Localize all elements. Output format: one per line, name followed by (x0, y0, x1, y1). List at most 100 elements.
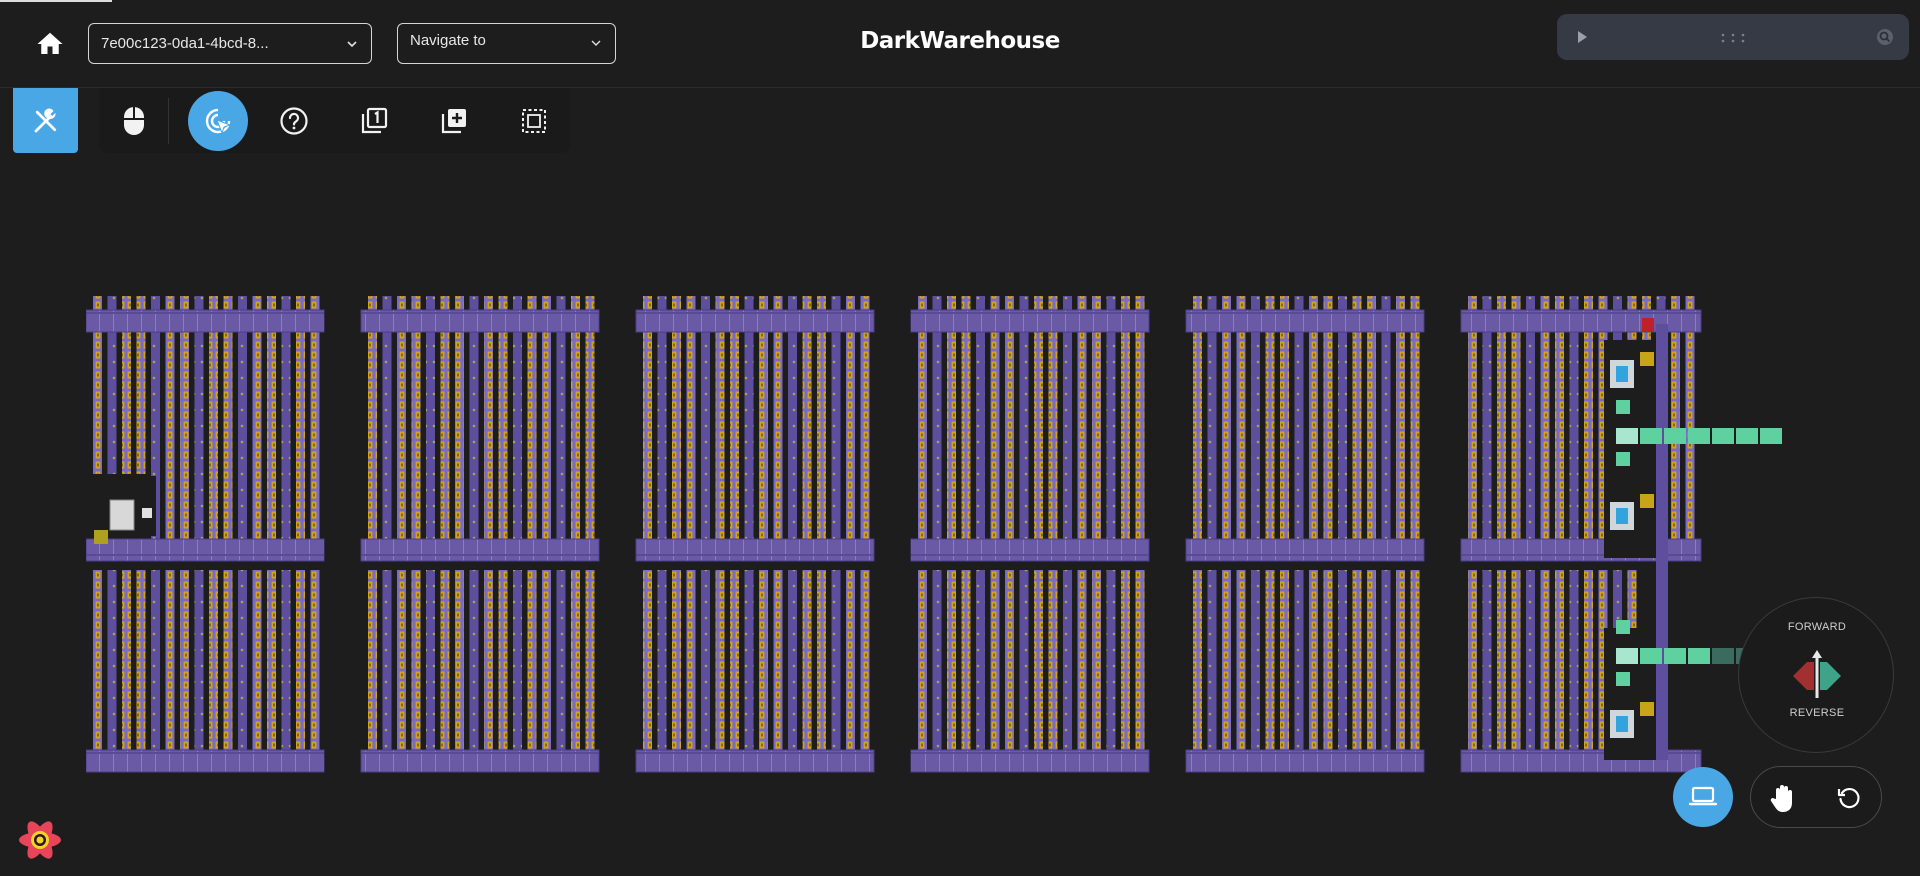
tote (94, 530, 108, 544)
drag-handle-icon[interactable] (1720, 32, 1746, 44)
rack-column (223, 296, 233, 546)
rack-column (1092, 570, 1101, 760)
rack-column (860, 570, 870, 760)
aisle (1019, 570, 1029, 760)
output-conveyor-segment (1616, 428, 1638, 444)
home-button[interactable] (32, 26, 68, 62)
output-conveyor-segment (1712, 428, 1734, 444)
rack-column (817, 570, 826, 760)
rack-column (165, 570, 175, 760)
conveyor-belt (86, 538, 325, 562)
single-layer-tool[interactable] (349, 88, 399, 153)
rack-column (961, 570, 971, 760)
aisle (281, 570, 291, 760)
aisle (831, 570, 841, 760)
rack-column (686, 570, 696, 760)
aisle (976, 296, 985, 546)
aisle (831, 296, 841, 546)
rack-column (730, 296, 739, 546)
alert-marker (1642, 318, 1654, 332)
aisle (513, 296, 522, 546)
aisle (1569, 296, 1579, 546)
aisle (469, 296, 479, 546)
output-conveyor-segment (1640, 648, 1662, 664)
help-tool[interactable] (269, 88, 319, 153)
camera-controls (1750, 766, 1882, 828)
project-select[interactable]: 7e00c123-0da1-4bcd-8... (88, 23, 372, 64)
aisle (1063, 296, 1072, 546)
mouse-tool[interactable] (109, 88, 159, 153)
rack-column (672, 296, 681, 546)
rack-column (1092, 296, 1101, 546)
region-select-tool[interactable] (509, 88, 559, 153)
rack-column (672, 570, 681, 760)
rack-column (455, 570, 464, 760)
rack-column (252, 570, 262, 760)
tools-button[interactable] (13, 88, 78, 153)
rack-column (1135, 570, 1145, 760)
reverse-label: REVERSE (1789, 707, 1845, 719)
rack-column (571, 570, 580, 760)
rack-column (93, 570, 102, 760)
home-icon (37, 32, 63, 54)
rack-column (455, 296, 464, 546)
rack-column (296, 570, 305, 760)
rack-column (846, 570, 855, 760)
aisle (744, 570, 754, 760)
output-conveyor-segment (1760, 428, 1782, 444)
rack-column (368, 570, 377, 760)
rack-column (1468, 296, 1477, 546)
rack-column (918, 570, 927, 760)
conveyor-belt (360, 309, 600, 333)
aisle (1294, 296, 1304, 546)
select-tool[interactable] (186, 88, 250, 153)
rack-column (484, 570, 493, 760)
rack-column (1323, 296, 1333, 546)
rack-column (1367, 296, 1376, 546)
warehouse-canvas[interactable] (86, 290, 1806, 790)
view-mode-button[interactable] (1673, 767, 1733, 827)
play-icon[interactable] (1575, 29, 1589, 45)
aisle (382, 296, 392, 546)
rack-column (223, 570, 233, 760)
reset-view-icon[interactable] (1836, 785, 1862, 811)
rack-column (440, 296, 450, 546)
output-conveyor-segment (1616, 648, 1638, 664)
brand-logo[interactable] (16, 816, 64, 864)
rack-column (947, 296, 956, 546)
rack-column (527, 570, 537, 760)
navigate-select[interactable]: Navigate to (397, 23, 616, 64)
workstation[interactable] (109, 499, 135, 531)
rack-column (1367, 570, 1376, 760)
hand-pan-icon[interactable] (1766, 781, 1800, 815)
search-icon[interactable] (1875, 27, 1895, 47)
rack-column (310, 570, 320, 760)
aisle (932, 296, 942, 546)
aisle (194, 570, 204, 760)
conveyor-belt (1185, 309, 1425, 333)
aisle (701, 296, 710, 546)
conveyor-belt (360, 749, 600, 773)
aisle (1569, 570, 1579, 760)
add-layer-tool[interactable] (429, 88, 479, 153)
aisle (788, 570, 797, 760)
rack-column (1222, 570, 1231, 760)
workstation-marker (142, 508, 152, 518)
direction-arrows-icon[interactable] (1785, 644, 1849, 708)
project-select-value: 7e00c123-0da1-4bcd-8... (101, 35, 269, 52)
rack-column (1555, 296, 1564, 546)
rack-column (1265, 570, 1275, 760)
tote (1640, 352, 1654, 366)
loading-strip (0, 0, 112, 2)
rack-column (846, 296, 855, 546)
rack-column (1048, 296, 1058, 546)
rack-column (1280, 296, 1289, 546)
rack-column (643, 296, 652, 546)
rack-column (802, 570, 812, 760)
rack-column (715, 296, 725, 546)
rack-column (1077, 296, 1087, 546)
aisle (1207, 296, 1217, 546)
queued-tote (1616, 452, 1630, 466)
rack-column (1121, 570, 1130, 760)
rack-column (180, 570, 189, 760)
